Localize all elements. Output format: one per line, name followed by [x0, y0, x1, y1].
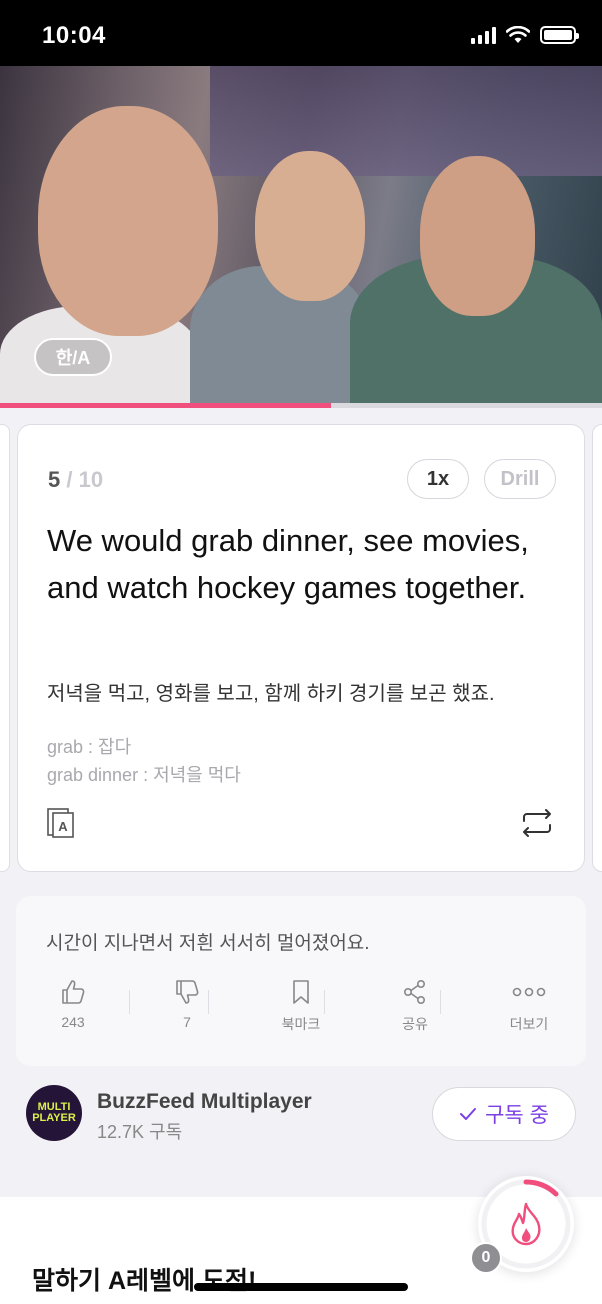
channel-row: MULTI PLAYER BuzzFeed Multiplayer 12.7K …: [0, 1080, 602, 1170]
action-bar: 243 7 북마크 공유 더보기: [16, 978, 586, 1034]
language-toggle-button[interactable]: 한/A: [34, 338, 112, 376]
subscribe-button[interactable]: 구독 중: [432, 1087, 576, 1141]
streak-badge: 0: [470, 1242, 502, 1274]
share-button[interactable]: 공유: [358, 978, 472, 1034]
vocabulary-list: grab : 잡다 grab dinner : 저녁을 먹다: [47, 733, 241, 789]
divider: [440, 990, 441, 1014]
thumbs-down-icon: [176, 980, 199, 1004]
video-player[interactable]: 한/A: [0, 66, 602, 404]
video-progress-bar[interactable]: [0, 403, 602, 408]
more-label: 더보기: [509, 1016, 549, 1032]
like-button[interactable]: 243: [16, 978, 130, 1034]
korean-translation: 저녁을 먹고, 영화를 보고, 함께 하키 경기를 보곤 했죠.: [47, 683, 495, 705]
subscribe-label: 구독 중: [485, 1104, 549, 1127]
more-icon: [512, 987, 546, 997]
like-count: 243: [61, 1014, 85, 1030]
video-info-card: 시간이 지나면서 저흰 서서히 멀어졌어요. 243 7 북마크 공유 더보기: [16, 896, 586, 1066]
svg-text:A: A: [58, 819, 68, 834]
drill-button[interactable]: Drill: [484, 459, 556, 499]
person-face: [38, 106, 218, 336]
subscriber-count: 12.7K 구독: [97, 1122, 183, 1142]
channel-name[interactable]: BuzzFeed Multiplayer: [97, 1090, 312, 1114]
divider: [324, 990, 325, 1014]
status-icons: [471, 26, 579, 44]
sentence-card: 5 / 10 1x Drill We would grab dinner, se…: [17, 424, 585, 872]
status-time: 10:04: [42, 22, 106, 49]
home-indicator: [194, 1283, 408, 1291]
more-button[interactable]: 더보기: [472, 978, 586, 1034]
bookmark-button[interactable]: 북마크: [244, 978, 358, 1034]
arena-banner: [210, 66, 602, 176]
previous-card-peek[interactable]: [0, 424, 10, 872]
battery-icon: [540, 26, 579, 44]
share-icon: [403, 979, 425, 1004]
status-bar: 10:04: [0, 0, 602, 66]
thumbs-up-icon: [62, 980, 85, 1004]
dislike-button[interactable]: 7: [130, 978, 244, 1034]
total-sentences: / 10: [66, 467, 104, 492]
video-description: 시간이 지나면서 저흰 서서히 멀어졌어요.: [46, 933, 370, 954]
person-face: [255, 151, 365, 301]
bookmark-label: 북마크: [281, 1016, 321, 1032]
sentence-counter: 5 / 10: [48, 467, 103, 493]
video-progress-fill: [0, 403, 332, 408]
wifi-icon: [506, 26, 530, 43]
next-card-peek[interactable]: [592, 424, 602, 872]
channel-avatar[interactable]: MULTI PLAYER: [26, 1085, 82, 1141]
english-sentence: We would grab dinner, see movies, and wa…: [47, 523, 529, 605]
dictionary-icon[interactable]: A: [47, 808, 75, 838]
share-label: 공유: [402, 1016, 428, 1032]
divider: [208, 990, 209, 1014]
speed-button[interactable]: 1x: [407, 459, 469, 499]
bookmark-icon: [293, 980, 309, 1004]
repeat-icon[interactable]: [520, 809, 554, 837]
challenge-title[interactable]: 말하기 A레벨에 도전!: [32, 1261, 256, 1297]
vocab-item: grab dinner : 저녁을 먹다: [47, 765, 241, 785]
check-icon: [460, 1108, 477, 1120]
avatar-text: PLAYER: [32, 1112, 76, 1124]
vocab-item: grab : 잡다: [47, 737, 132, 757]
signal-icon: [471, 26, 496, 44]
dislike-count: 7: [183, 1014, 191, 1030]
current-sentence-number: 5: [48, 467, 61, 492]
person-face: [420, 156, 535, 316]
